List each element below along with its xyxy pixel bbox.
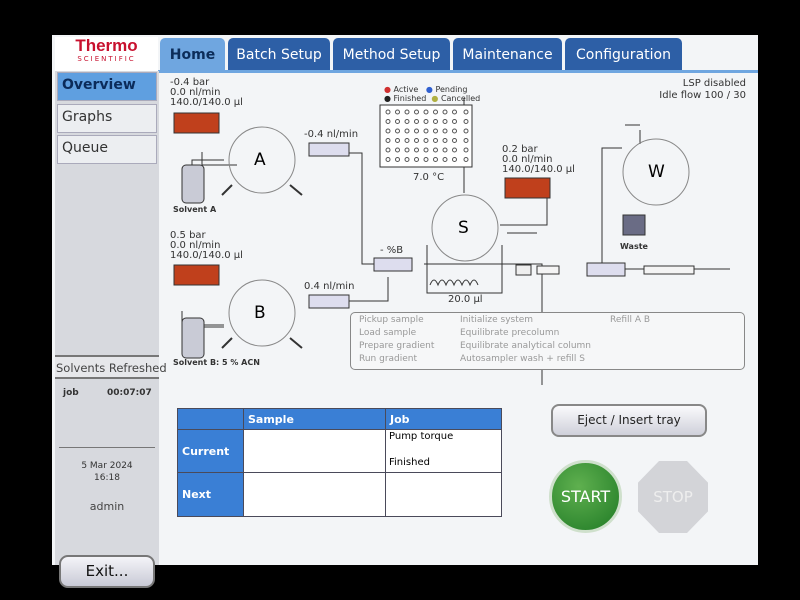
legend-pending: Pending <box>435 85 468 94</box>
waste-tee <box>586 262 626 277</box>
pump-b-syringe <box>173 264 220 286</box>
sample-loop <box>429 279 479 287</box>
legend-dot: ● <box>384 85 394 94</box>
op-autosampler-wash[interactable]: Autosampler wash + refill S <box>460 354 585 364</box>
pump-s-volume: 140.0/140.0 µl <box>502 164 575 175</box>
idle-flow: Idle flow 100 / 30 <box>659 90 746 101</box>
current-sample <box>243 429 386 473</box>
op-pickup-sample[interactable]: Pickup sample <box>359 315 424 325</box>
pump-a-syringe <box>173 112 220 134</box>
analytical-column <box>643 265 695 275</box>
valve-b-label: B <box>254 303 266 323</box>
valve-a-label: A <box>254 150 266 170</box>
bottle-a-icon <box>181 164 205 204</box>
pump-b-volume: 140.0/140.0 µl <box>170 250 243 261</box>
op-run-gradient[interactable]: Run gradient <box>359 354 417 364</box>
pump-a-volume: 140.0/140.0 µl <box>170 97 243 108</box>
tray-legend: ● Active ● Pending ● Finished ● Cancelle… <box>384 85 494 103</box>
next-job <box>385 472 502 517</box>
table-header: Sample Job <box>177 408 502 430</box>
op-load-sample[interactable]: Load sample <box>359 328 416 338</box>
operations-panel: Pickup sample Load sample Prepare gradie… <box>350 312 745 370</box>
waste-beaker-icon <box>622 214 646 236</box>
row-label-current: Current <box>177 429 244 473</box>
current-job: Pump torque Finished <box>385 429 502 473</box>
header-sample: Sample <box>243 408 386 430</box>
system-status: LSP disabled Idle flow 100 / 30 <box>659 78 746 102</box>
pump-s-syringe <box>504 177 551 199</box>
legend-dot: ● <box>384 94 394 103</box>
pump-b-readout: 0.5 bar 0.0 nl/min 140.0/140.0 µl <box>170 231 243 261</box>
bottle-b-icon <box>181 317 205 359</box>
pump-a-readout: -0.4 bar 0.0 nl/min 140.0/140.0 µl <box>170 78 243 108</box>
solvent-b-label: Solvent B: 5 % ACN <box>173 358 260 367</box>
job-table: Sample Job Current Pump torque Finished Nex… <box>177 408 502 517</box>
union <box>515 264 532 276</box>
header-blank <box>177 408 244 430</box>
eject-insert-tray-button[interactable]: Eject / Insert tray <box>551 404 707 437</box>
table-row: Next <box>177 472 502 517</box>
flow-sensor-a <box>308 142 350 157</box>
instrument-screen: Thermo SCIENTIFIC Home Batch Setup Method… <box>52 35 758 588</box>
current-job-status: Finished <box>389 457 430 468</box>
header-job: Job <box>385 408 502 430</box>
solvent-a-label: Solvent A <box>173 205 217 214</box>
valve-ports <box>221 184 303 349</box>
flow-sensor-b <box>308 294 350 309</box>
waste-label: Waste <box>620 242 648 251</box>
start-button[interactable]: START <box>549 460 622 533</box>
op-equilibrate-analytical[interactable]: Equilibrate analytical column <box>460 341 591 351</box>
row-label-next: Next <box>177 472 244 517</box>
percent-b: - %B <box>380 245 404 256</box>
legend-active: Active <box>393 85 419 94</box>
tray-temperature: 7.0 °C <box>413 172 445 183</box>
lsp-status: LSP disabled <box>682 78 746 89</box>
legend-cancelled: Cancelled <box>440 94 481 103</box>
table-row: Current Pump torque Finished <box>177 429 502 473</box>
op-refill[interactable]: Refill A B <box>610 315 650 325</box>
precolumn <box>536 265 560 275</box>
legend-dot: ● <box>431 94 441 103</box>
op-prepare-gradient[interactable]: Prepare gradient <box>359 341 434 351</box>
valve-w-label: W <box>648 162 665 182</box>
next-sample <box>243 472 386 517</box>
op-equilibrate-precolumn[interactable]: Equilibrate precolumn <box>460 328 559 338</box>
current-job-text: Pump torque <box>389 431 454 442</box>
flow-a-reading: -0.4 nl/min <box>304 129 359 140</box>
loop-volume: 20.0 µl <box>448 294 483 305</box>
flow-b-reading: 0.4 nl/min <box>304 281 355 292</box>
op-initialize-system[interactable]: Initialize system <box>460 315 533 325</box>
valve-s-label: S <box>458 218 469 238</box>
legend-finished: Finished <box>393 94 427 103</box>
pump-s-readout: 0.2 bar 0.0 nl/min 140.0/140.0 µl <box>502 145 575 175</box>
mixing-tee <box>373 257 413 272</box>
